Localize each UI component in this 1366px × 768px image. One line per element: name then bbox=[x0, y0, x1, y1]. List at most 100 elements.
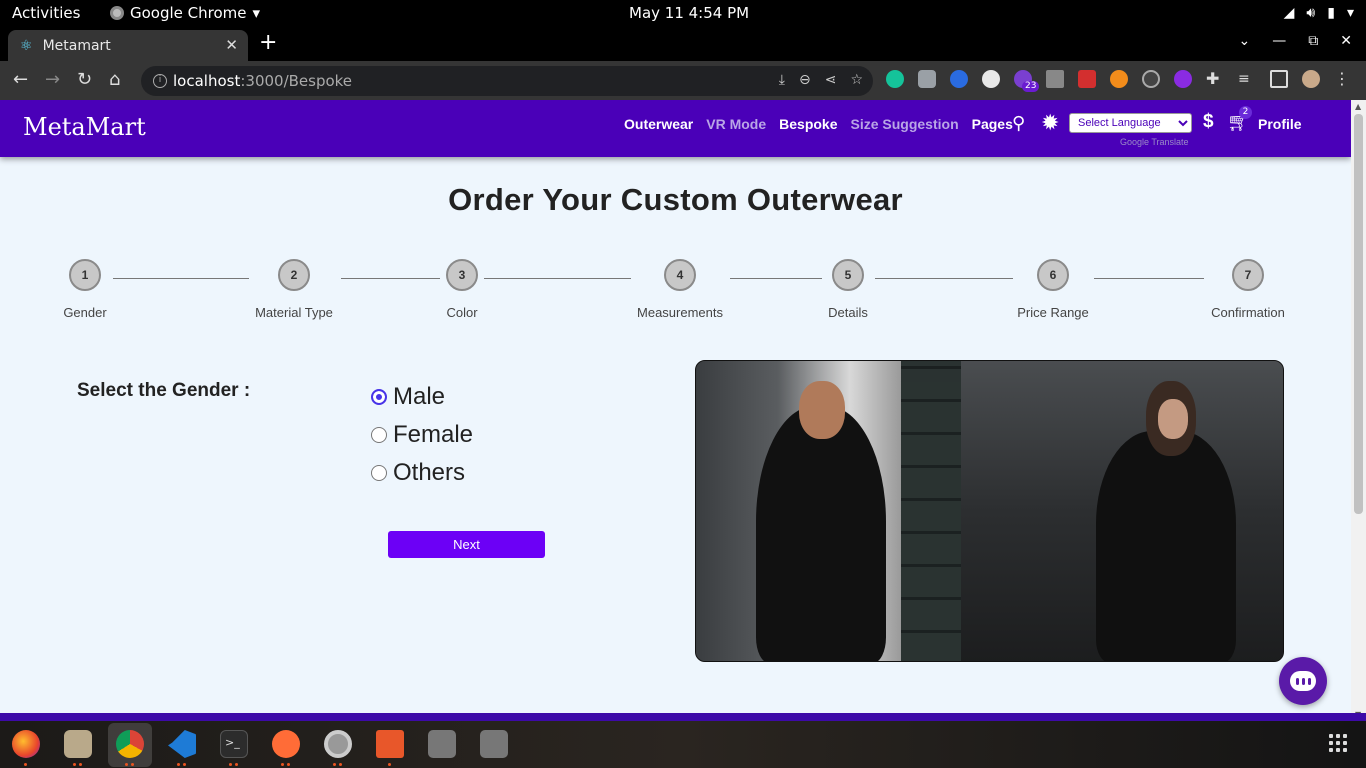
files-icon[interactable] bbox=[64, 730, 92, 758]
cart-count-badge: 2 bbox=[1239, 106, 1252, 119]
app-menu[interactable]: Google Chrome ▾ bbox=[110, 4, 260, 22]
nav-vr-mode[interactable]: VR Mode bbox=[706, 116, 766, 132]
browser-toolbar: ← → ↻ ⌂ i localhost :3000/Bespoke ⤓ ⊖ ⋖ … bbox=[0, 61, 1366, 100]
chat-button[interactable] bbox=[1279, 657, 1327, 705]
step-4-label: Measurements bbox=[637, 305, 723, 320]
orange-extension-icon[interactable] bbox=[1110, 70, 1128, 88]
w-extension-icon[interactable] bbox=[982, 70, 1000, 88]
search-icon[interactable]: ⚲ bbox=[1012, 113, 1025, 134]
forward-icon[interactable]: → bbox=[45, 69, 60, 90]
theme-toggle-icon[interactable]: ✹ bbox=[1041, 111, 1059, 136]
nav-profile[interactable]: Profile bbox=[1258, 116, 1302, 132]
pen-extension-icon[interactable] bbox=[1046, 70, 1064, 88]
nav-pages[interactable]: Pages bbox=[972, 116, 1013, 132]
radio-label: Male bbox=[393, 383, 446, 410]
avatar[interactable] bbox=[1302, 70, 1320, 88]
ring-extension-icon[interactable] bbox=[1142, 70, 1160, 88]
minimize-icon[interactable]: — bbox=[1272, 33, 1286, 49]
bookmark-star-icon[interactable]: ☆ bbox=[850, 72, 863, 88]
chrome-icon[interactable] bbox=[116, 730, 144, 758]
maximize-icon[interactable]: ⧉ bbox=[1308, 33, 1318, 49]
red-extension-icon[interactable] bbox=[1078, 70, 1096, 88]
tab-strip: ⚛ Metamart ✕ + ⌄ — ⧉ ✕ bbox=[0, 27, 1366, 61]
sidepanel-icon[interactable] bbox=[1270, 70, 1288, 88]
disk-icon[interactable] bbox=[428, 730, 456, 758]
radio-button[interactable] bbox=[371, 465, 387, 481]
app-menu-label: Google Chrome bbox=[130, 4, 247, 22]
reload-icon[interactable]: ↻ bbox=[77, 69, 92, 90]
wifi-icon: ◢ bbox=[1283, 5, 1295, 21]
vscode-icon[interactable] bbox=[168, 730, 196, 758]
settings-gear-icon[interactable] bbox=[324, 730, 352, 758]
step-7-circle: 7 bbox=[1232, 259, 1264, 291]
tab-search-icon[interactable]: ⌄ bbox=[1239, 33, 1251, 49]
show-apps-grid-icon[interactable] bbox=[1329, 734, 1347, 752]
address-bar[interactable]: i localhost :3000/Bespoke ⤓ ⊖ ⋖ ☆ bbox=[141, 66, 873, 96]
radio-button[interactable] bbox=[371, 427, 387, 443]
currency-icon[interactable]: $ bbox=[1203, 111, 1214, 133]
system-tray[interactable]: ◢ 🔊︎ ▮ ▾ bbox=[1284, 5, 1354, 21]
chrome-icon bbox=[110, 6, 124, 20]
language-select[interactable]: Select Language bbox=[1069, 113, 1192, 133]
page-viewport: MetaMart Outerwear VR Mode Bespoke Size … bbox=[0, 100, 1351, 713]
step-1-label: Gender bbox=[63, 305, 107, 320]
nav-size-suggestion[interactable]: Size Suggestion bbox=[851, 116, 959, 132]
caret-down-icon: ▾ bbox=[1346, 5, 1354, 21]
brand-logo[interactable]: MetaMart bbox=[23, 113, 146, 141]
nav-links: Outerwear VR Mode Bespoke Size Suggestio… bbox=[624, 116, 1013, 132]
google-translate-credit[interactable]: Google Translate bbox=[1120, 137, 1189, 147]
nav-outerwear[interactable]: Outerwear bbox=[624, 116, 693, 132]
tab-metamart[interactable]: ⚛ Metamart ✕ bbox=[8, 30, 248, 61]
url-host: localhost bbox=[173, 72, 241, 90]
battery-icon: ▮ bbox=[1327, 5, 1335, 21]
media-icon[interactable]: ≡ bbox=[1238, 70, 1256, 88]
outerwear-hero-image bbox=[695, 360, 1284, 662]
site-navbar: MetaMart Outerwear VR Mode Bespoke Size … bbox=[0, 100, 1351, 157]
terminal-icon[interactable]: >_ bbox=[220, 730, 248, 758]
kebab-menu-icon[interactable]: ⋮ bbox=[1334, 70, 1352, 88]
close-tab-icon[interactable]: ✕ bbox=[225, 36, 238, 54]
step-connector bbox=[484, 278, 631, 279]
radio-label: Female bbox=[393, 421, 474, 448]
info-icon[interactable]: i bbox=[153, 74, 167, 88]
page-scrollbar[interactable]: ▲ ▼ bbox=[1351, 100, 1366, 721]
firefox-icon[interactable] bbox=[12, 730, 40, 758]
step-2-circle: 2 bbox=[278, 259, 310, 291]
activities-button[interactable]: Activities bbox=[12, 4, 80, 22]
man-in-leather-coat bbox=[756, 406, 886, 661]
back-icon[interactable]: ← bbox=[13, 69, 28, 90]
step-connector bbox=[875, 278, 1013, 279]
radio-button-checked[interactable] bbox=[371, 389, 387, 405]
scrollbar-thumb[interactable] bbox=[1354, 114, 1363, 514]
gender-label: Select the Gender : bbox=[77, 380, 251, 401]
step-4-circle: 4 bbox=[664, 259, 696, 291]
close-window-icon[interactable]: ✕ bbox=[1340, 33, 1352, 49]
dock: >_ bbox=[0, 721, 1366, 768]
radio-female[interactable]: Female bbox=[371, 421, 473, 449]
step-connector bbox=[113, 278, 249, 279]
nav-bespoke[interactable]: Bespoke bbox=[779, 116, 837, 132]
clock[interactable]: May 11 4:54 PM bbox=[629, 4, 749, 22]
page-title: Order Your Custom Outerwear bbox=[448, 182, 903, 217]
postman-icon[interactable] bbox=[272, 730, 300, 758]
puzzle-icon[interactable]: ✚ bbox=[1206, 70, 1224, 88]
next-button[interactable]: Next bbox=[388, 531, 545, 558]
disk-icon[interactable] bbox=[480, 730, 508, 758]
zoom-icon[interactable]: ⊖ bbox=[799, 72, 811, 88]
new-tab-icon[interactable]: + bbox=[259, 30, 277, 55]
step-1-circle: 1 bbox=[69, 259, 101, 291]
home-icon[interactable]: ⌂ bbox=[109, 69, 120, 90]
scroll-up-icon[interactable]: ▲ bbox=[1355, 102, 1361, 111]
gear-extension-icon[interactable] bbox=[1174, 70, 1192, 88]
share-icon[interactable]: ⋖ bbox=[825, 72, 837, 88]
radio-male[interactable]: Male bbox=[371, 383, 445, 411]
badge-extension-icon[interactable]: 23 bbox=[1014, 70, 1040, 92]
circle-extension-icon[interactable] bbox=[950, 70, 968, 88]
step-2-label: Material Type bbox=[255, 305, 333, 320]
radio-others[interactable]: Others bbox=[371, 459, 465, 487]
install-icon[interactable]: ⤓ bbox=[779, 72, 785, 88]
document-viewer-icon[interactable] bbox=[376, 730, 404, 758]
grammarly-extension-icon[interactable] bbox=[886, 70, 904, 88]
step-6-circle: 6 bbox=[1037, 259, 1069, 291]
camera-extension-icon[interactable] bbox=[918, 70, 936, 88]
